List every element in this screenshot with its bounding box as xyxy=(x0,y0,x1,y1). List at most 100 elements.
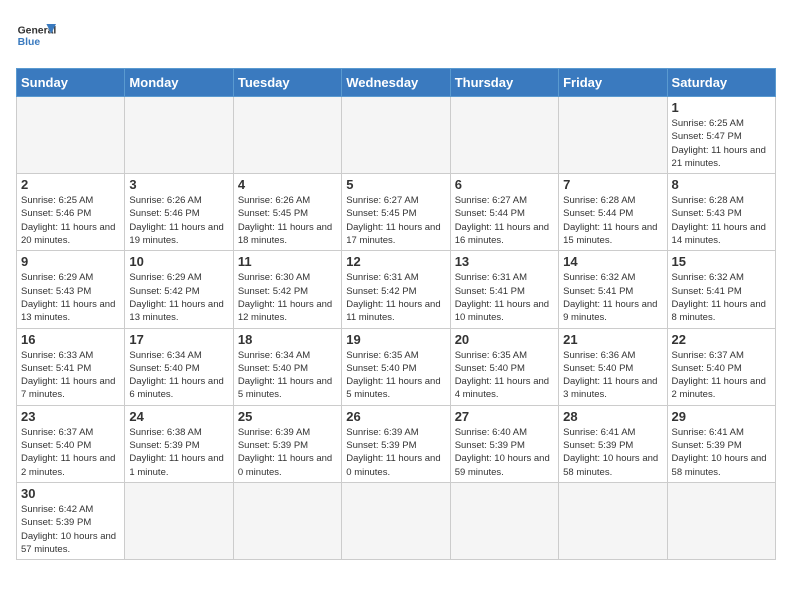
calendar-day-cell: 16 Sunrise: 6:33 AM Sunset: 5:41 PM Dayli… xyxy=(17,328,125,405)
calendar-day-cell: 30Sunrise: 6:42 AM Sunset: 5:39 PM Dayli… xyxy=(17,482,125,559)
day-info: Sunrise: 6:26 AM Sunset: 5:45 PM Dayligh… xyxy=(238,194,337,247)
calendar-day-cell: 12 Sunrise: 6:31 AM Sunset: 5:42 PM Dayli… xyxy=(342,251,450,328)
day-info: Sunrise: 6:32 AM Sunset: 5:41 PM Dayligh… xyxy=(563,271,662,324)
calendar-day-cell: 25 Sunrise: 6:39 AM Sunset: 5:39 PM Dayli… xyxy=(233,405,341,482)
day-number: 25 xyxy=(238,409,337,424)
weekday-header-wednesday: Wednesday xyxy=(342,69,450,97)
day-info: Sunrise: 6:27 AM Sunset: 5:44 PM Dayligh… xyxy=(455,194,554,247)
day-info: Sunrise: 6:28 AM Sunset: 5:44 PM Dayligh… xyxy=(563,194,662,247)
logo-icon: General Blue xyxy=(16,16,56,56)
day-info: Sunrise: 6:34 AM Sunset: 5:40 PM Dayligh… xyxy=(129,349,228,402)
weekday-header-sunday: Sunday xyxy=(17,69,125,97)
calendar-week-3: 16 Sunrise: 6:33 AM Sunset: 5:41 PM Dayli… xyxy=(17,328,776,405)
calendar-week-1: 2 Sunrise: 6:25 AM Sunset: 5:46 PM Daylig… xyxy=(17,174,776,251)
day-info: Sunrise: 6:28 AM Sunset: 5:43 PM Dayligh… xyxy=(672,194,771,247)
logo: General Blue xyxy=(16,16,56,56)
calendar-day-cell: 3 Sunrise: 6:26 AM Sunset: 5:46 PM Daylig… xyxy=(125,174,233,251)
calendar-day-cell: 29Sunrise: 6:41 AM Sunset: 5:39 PM Dayli… xyxy=(667,405,775,482)
calendar-day-cell: 17 Sunrise: 6:34 AM Sunset: 5:40 PM Dayli… xyxy=(125,328,233,405)
day-info: Sunrise: 6:25 AM Sunset: 5:46 PM Dayligh… xyxy=(21,194,120,247)
day-info: Sunrise: 6:33 AM Sunset: 5:41 PM Dayligh… xyxy=(21,349,120,402)
calendar-week-4: 23 Sunrise: 6:37 AM Sunset: 5:40 PM Dayli… xyxy=(17,405,776,482)
calendar-day-cell: 9 Sunrise: 6:29 AM Sunset: 5:43 PM Daylig… xyxy=(17,251,125,328)
day-number: 12 xyxy=(346,254,445,269)
weekday-header-monday: Monday xyxy=(125,69,233,97)
calendar-day-cell xyxy=(450,97,558,174)
day-number: 18 xyxy=(238,332,337,347)
day-number: 3 xyxy=(129,177,228,192)
day-number: 27 xyxy=(455,409,554,424)
calendar-day-cell xyxy=(17,97,125,174)
day-info: Sunrise: 6:29 AM Sunset: 5:42 PM Dayligh… xyxy=(129,271,228,324)
day-number: 19 xyxy=(346,332,445,347)
day-info: Sunrise: 6:39 AM Sunset: 5:39 PM Dayligh… xyxy=(346,426,445,479)
day-info: Sunrise: 6:31 AM Sunset: 5:42 PM Dayligh… xyxy=(346,271,445,324)
day-number: 5 xyxy=(346,177,445,192)
calendar: SundayMondayTuesdayWednesdayThursdayFrid… xyxy=(16,68,776,560)
day-number: 7 xyxy=(563,177,662,192)
day-info: Sunrise: 6:25 AM Sunset: 5:47 PM Dayligh… xyxy=(672,117,771,170)
day-number: 26 xyxy=(346,409,445,424)
calendar-day-cell: 27 Sunrise: 6:40 AM Sunset: 5:39 PM Dayli… xyxy=(450,405,558,482)
calendar-day-cell xyxy=(450,482,558,559)
day-number: 10 xyxy=(129,254,228,269)
day-number: 8 xyxy=(672,177,771,192)
calendar-day-cell: 15Sunrise: 6:32 AM Sunset: 5:41 PM Dayli… xyxy=(667,251,775,328)
calendar-day-cell xyxy=(559,97,667,174)
day-info: Sunrise: 6:37 AM Sunset: 5:40 PM Dayligh… xyxy=(672,349,771,402)
day-info: Sunrise: 6:35 AM Sunset: 5:40 PM Dayligh… xyxy=(455,349,554,402)
calendar-day-cell xyxy=(125,482,233,559)
calendar-body: 1 Sunrise: 6:25 AM Sunset: 5:47 PM Daylig… xyxy=(17,97,776,560)
calendar-day-cell xyxy=(125,97,233,174)
day-number: 30 xyxy=(21,486,120,501)
calendar-day-cell: 28Sunrise: 6:41 AM Sunset: 5:39 PM Dayli… xyxy=(559,405,667,482)
day-number: 13 xyxy=(455,254,554,269)
day-info: Sunrise: 6:36 AM Sunset: 5:40 PM Dayligh… xyxy=(563,349,662,402)
day-number: 21 xyxy=(563,332,662,347)
calendar-day-cell: 7 Sunrise: 6:28 AM Sunset: 5:44 PM Daylig… xyxy=(559,174,667,251)
calendar-day-cell: 2 Sunrise: 6:25 AM Sunset: 5:46 PM Daylig… xyxy=(17,174,125,251)
weekday-header-tuesday: Tuesday xyxy=(233,69,341,97)
calendar-week-5: 30Sunrise: 6:42 AM Sunset: 5:39 PM Dayli… xyxy=(17,482,776,559)
calendar-day-cell xyxy=(559,482,667,559)
calendar-day-cell: 1 Sunrise: 6:25 AM Sunset: 5:47 PM Daylig… xyxy=(667,97,775,174)
calendar-day-cell: 5 Sunrise: 6:27 AM Sunset: 5:45 PM Daylig… xyxy=(342,174,450,251)
day-number: 2 xyxy=(21,177,120,192)
calendar-day-cell: 24 Sunrise: 6:38 AM Sunset: 5:39 PM Dayli… xyxy=(125,405,233,482)
day-number: 4 xyxy=(238,177,337,192)
day-info: Sunrise: 6:40 AM Sunset: 5:39 PM Dayligh… xyxy=(455,426,554,479)
weekday-header-thursday: Thursday xyxy=(450,69,558,97)
calendar-day-cell: 23 Sunrise: 6:37 AM Sunset: 5:40 PM Dayli… xyxy=(17,405,125,482)
day-info: Sunrise: 6:26 AM Sunset: 5:46 PM Dayligh… xyxy=(129,194,228,247)
day-number: 22 xyxy=(672,332,771,347)
calendar-day-cell: 14Sunrise: 6:32 AM Sunset: 5:41 PM Dayli… xyxy=(559,251,667,328)
calendar-day-cell: 19 Sunrise: 6:35 AM Sunset: 5:40 PM Dayli… xyxy=(342,328,450,405)
calendar-day-cell: 10 Sunrise: 6:29 AM Sunset: 5:42 PM Dayli… xyxy=(125,251,233,328)
calendar-day-cell: 20 Sunrise: 6:35 AM Sunset: 5:40 PM Dayli… xyxy=(450,328,558,405)
calendar-day-cell: 18Sunrise: 6:34 AM Sunset: 5:40 PM Dayli… xyxy=(233,328,341,405)
day-number: 1 xyxy=(672,100,771,115)
calendar-day-cell: 26 Sunrise: 6:39 AM Sunset: 5:39 PM Dayli… xyxy=(342,405,450,482)
day-info: Sunrise: 6:31 AM Sunset: 5:41 PM Dayligh… xyxy=(455,271,554,324)
day-number: 23 xyxy=(21,409,120,424)
day-info: Sunrise: 6:39 AM Sunset: 5:39 PM Dayligh… xyxy=(238,426,337,479)
day-info: Sunrise: 6:35 AM Sunset: 5:40 PM Dayligh… xyxy=(346,349,445,402)
day-number: 6 xyxy=(455,177,554,192)
calendar-week-0: 1 Sunrise: 6:25 AM Sunset: 5:47 PM Daylig… xyxy=(17,97,776,174)
day-number: 15 xyxy=(672,254,771,269)
day-info: Sunrise: 6:41 AM Sunset: 5:39 PM Dayligh… xyxy=(563,426,662,479)
day-number: 20 xyxy=(455,332,554,347)
calendar-day-cell: 8 Sunrise: 6:28 AM Sunset: 5:43 PM Daylig… xyxy=(667,174,775,251)
calendar-day-cell xyxy=(233,482,341,559)
day-info: Sunrise: 6:29 AM Sunset: 5:43 PM Dayligh… xyxy=(21,271,120,324)
day-number: 17 xyxy=(129,332,228,347)
day-info: Sunrise: 6:27 AM Sunset: 5:45 PM Dayligh… xyxy=(346,194,445,247)
calendar-week-2: 9 Sunrise: 6:29 AM Sunset: 5:43 PM Daylig… xyxy=(17,251,776,328)
day-number: 24 xyxy=(129,409,228,424)
day-info: Sunrise: 6:38 AM Sunset: 5:39 PM Dayligh… xyxy=(129,426,228,479)
day-info: Sunrise: 6:37 AM Sunset: 5:40 PM Dayligh… xyxy=(21,426,120,479)
day-number: 9 xyxy=(21,254,120,269)
calendar-day-cell: 13 Sunrise: 6:31 AM Sunset: 5:41 PM Dayli… xyxy=(450,251,558,328)
calendar-day-cell: 4 Sunrise: 6:26 AM Sunset: 5:45 PM Daylig… xyxy=(233,174,341,251)
day-number: 16 xyxy=(21,332,120,347)
